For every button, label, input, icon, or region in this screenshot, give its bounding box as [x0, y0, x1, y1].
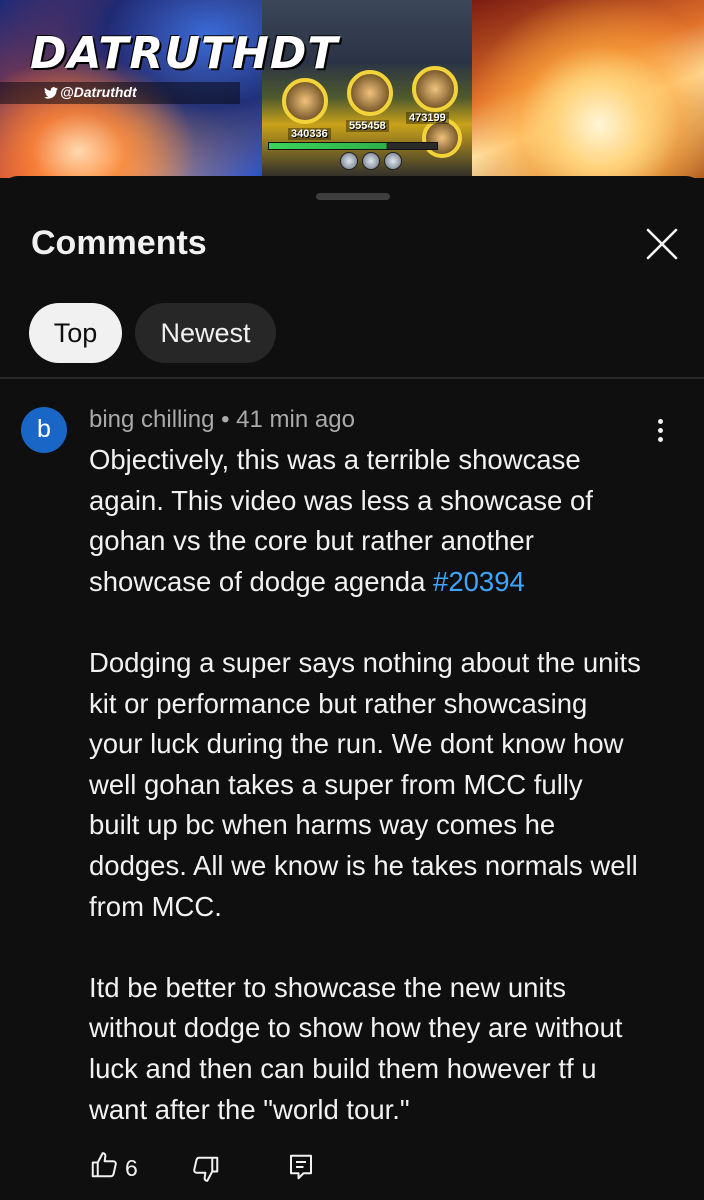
character-icon	[412, 66, 458, 112]
twitter-icon	[44, 87, 58, 99]
damage-number: 340336	[288, 128, 331, 140]
comment-line: showcase of dodge agenda #20394	[89, 562, 689, 603]
comment-line: without dodge to show how they are witho…	[89, 1012, 623, 1044]
orb-icon	[340, 152, 358, 170]
thumbnail-gameplay	[262, 0, 472, 178]
drag-handle[interactable]	[316, 193, 390, 200]
video-thumbnail[interactable]: DATRUTHDT @Datruthdt 340336 555458 47319…	[0, 0, 704, 178]
reply-icon[interactable]	[286, 1152, 316, 1182]
comment-line: well gohan takes a super from MCC fully	[89, 768, 583, 800]
comment-line: Itd be better to showcase the new units	[89, 971, 566, 1003]
comments-title: Comments	[31, 224, 207, 262]
comment-line: gohan vs the core but rather another	[89, 525, 534, 557]
character-icon	[347, 70, 393, 116]
thumbnail-art-right	[472, 0, 704, 178]
comment-line-text: showcase of dodge agenda	[89, 565, 426, 597]
filter-chip-newest[interactable]: Newest	[135, 303, 276, 363]
channel-brand-text: DATRUTHDT	[30, 28, 339, 79]
comment-actions: 6	[0, 1148, 704, 1188]
comment-text: Objectively, this was a terrible showcas…	[89, 440, 689, 1130]
comment-meta: bing chilling • 41 min ago	[89, 406, 355, 434]
divider	[0, 377, 704, 379]
comment-line: luck and then can build them however tf …	[89, 1052, 597, 1084]
comment-line: dodges. All we know is he takes normals …	[89, 849, 638, 881]
like-count: 6	[125, 1155, 138, 1181]
comment-line: kit or performance but rather showcasing	[89, 687, 588, 719]
character-icon	[422, 118, 462, 158]
comment-time: 41 min ago	[236, 406, 355, 433]
comment-line: built up bc when harms way comes he	[89, 809, 556, 841]
thumbs-up-icon[interactable]	[89, 1150, 119, 1180]
hashtag-link[interactable]: #20394	[433, 566, 525, 597]
hp-bar	[268, 142, 438, 150]
orb-icon	[384, 152, 402, 170]
close-icon[interactable]	[640, 222, 684, 266]
thumbs-down-icon[interactable]	[191, 1154, 221, 1184]
character-icon	[282, 78, 328, 124]
orb-icon	[362, 152, 380, 170]
comment-line: Objectively, this was a terrible showcas…	[89, 444, 581, 475]
damage-number: 473199	[406, 112, 449, 124]
comment-line: Dodging a super says nothing about the u…	[89, 646, 641, 678]
comment-line: your luck during the run. We dont know h…	[89, 728, 624, 760]
damage-number: 555458	[346, 120, 389, 132]
filter-chip-top[interactable]: Top	[29, 303, 122, 363]
meta-separator: •	[221, 406, 230, 433]
avatar[interactable]: b	[21, 407, 67, 453]
comment-line: want after the "world tour."	[89, 1093, 410, 1125]
comment-line: from MCC.	[89, 890, 222, 922]
comment-line: again. This video was less a showcase of	[89, 484, 593, 516]
channel-handle: @Datruthdt	[60, 84, 137, 100]
comments-sheet: Comments Top Newest b bing chilling • 41…	[0, 176, 704, 1200]
comment-author[interactable]: bing chilling	[89, 406, 214, 433]
